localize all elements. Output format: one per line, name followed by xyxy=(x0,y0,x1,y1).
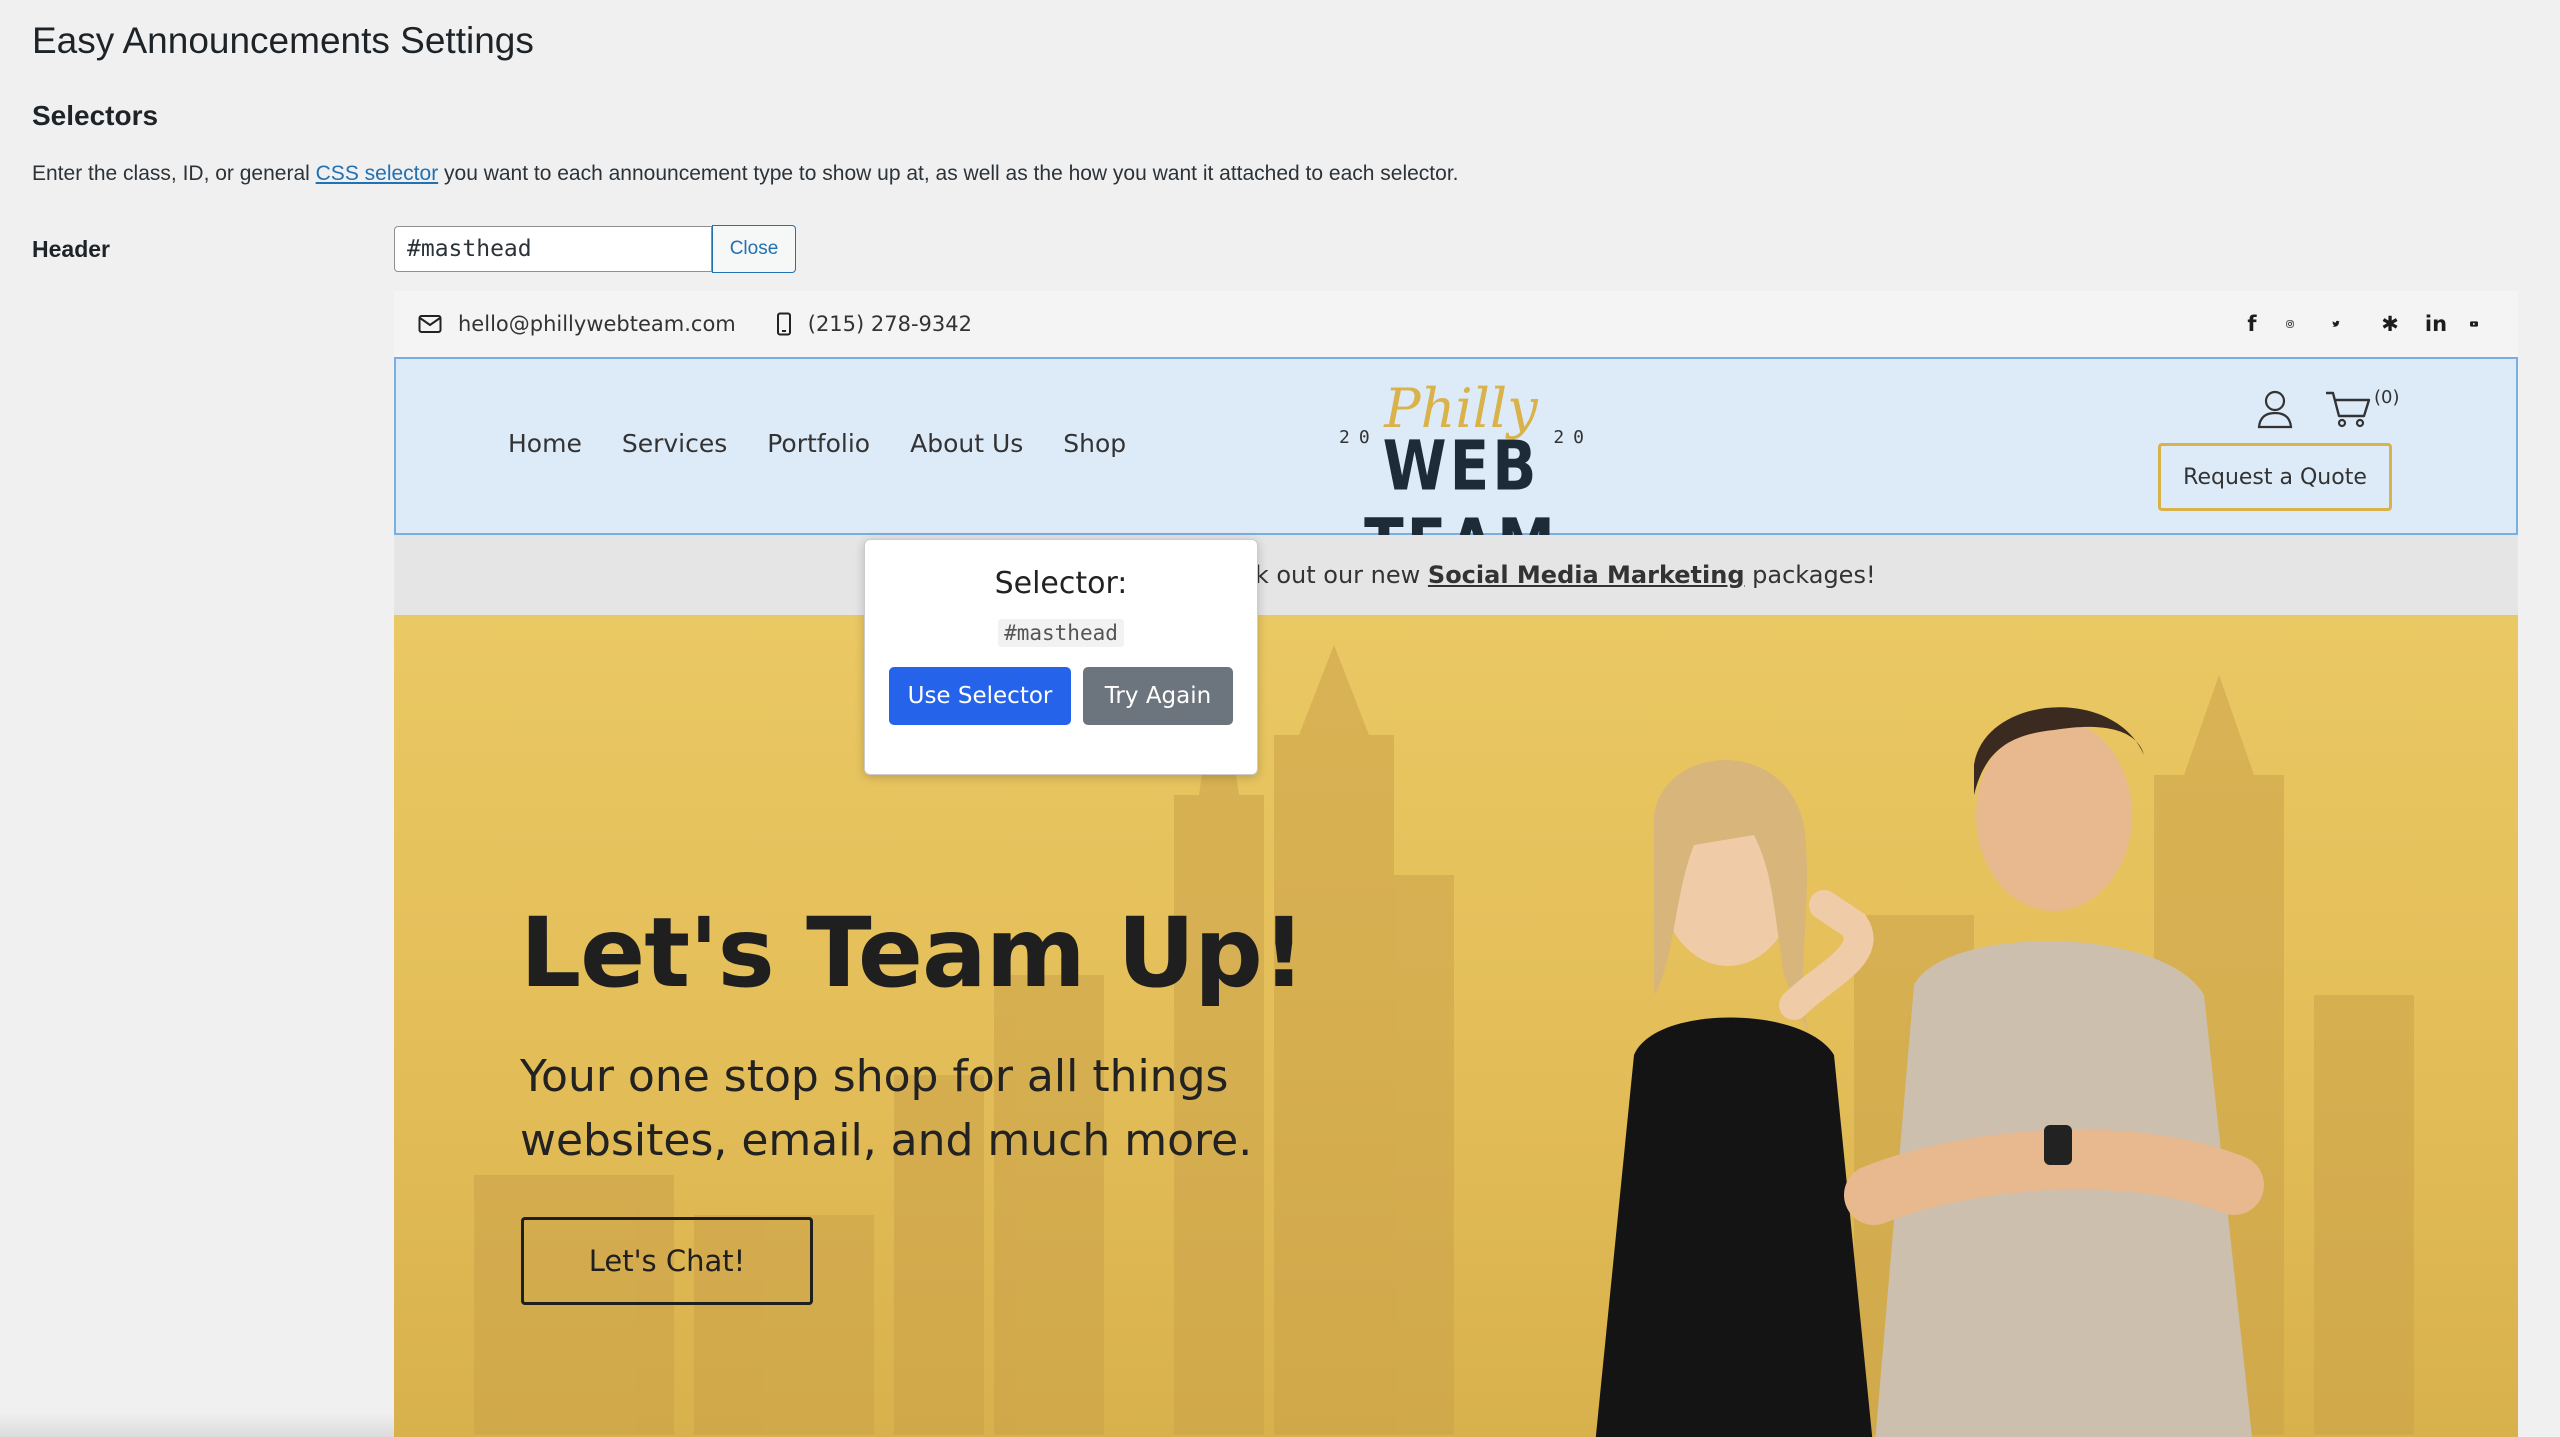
twitter-icon[interactable] xyxy=(2332,312,2356,336)
youtube-icon[interactable] xyxy=(2470,312,2494,336)
hero-title: Let's Team Up! xyxy=(520,897,1306,1009)
site-preview: hello@phillywebteam.com (215) 278-9342 f… xyxy=(394,291,2518,1437)
use-selector-button[interactable]: Use Selector xyxy=(889,667,1071,725)
masthead-header[interactable]: Home Services Portfolio About Us Shop 20… xyxy=(394,357,2518,583)
team-photo xyxy=(1595,707,2264,1437)
announcement-text-end: packages! xyxy=(1744,561,1876,589)
bottom-shadow xyxy=(0,1412,394,1437)
nav-portfolio[interactable]: Portfolio xyxy=(767,429,870,458)
popup-title: Selector: xyxy=(994,566,1128,601)
popup-buttons: Use Selector Try Again xyxy=(865,667,1257,725)
site-logo[interactable]: 20 20 Philly WEB TEAM xyxy=(1321,379,1601,583)
main-nav: Home Services Portfolio About Us Shop xyxy=(508,429,1126,458)
topbar-email[interactable]: hello@phillywebteam.com xyxy=(418,312,736,336)
close-button[interactable]: Close xyxy=(712,225,796,273)
description-text-end: you want to each announcement type to sh… xyxy=(438,162,1459,185)
linkedin-icon[interactable]: in xyxy=(2424,312,2448,336)
phone-text: (215) 278-9342 xyxy=(807,312,972,336)
popup-selector-code: #masthead xyxy=(998,619,1124,647)
page-title: Easy Announcements Settings xyxy=(32,20,534,61)
announcement-bar: Make sure to check out our new Social Me… xyxy=(394,535,2518,615)
request-quote-button[interactable]: Request a Quote xyxy=(2158,443,2392,511)
hero-subtitle: Your one stop shop for all things websit… xyxy=(520,1051,1253,1166)
topbar-phone[interactable]: (215) 278-9342 xyxy=(776,312,972,336)
yelp-icon[interactable]: ✱ xyxy=(2378,312,2402,336)
cart[interactable]: (0) xyxy=(2324,387,2400,429)
header-selector-input[interactable] xyxy=(394,226,712,272)
social-media-marketing-link[interactable]: Social Media Marketing xyxy=(1428,561,1745,589)
description-text-start: Enter the class, ID, or general xyxy=(32,162,316,185)
selector-popup: Selector: #masthead Use Selector Try Aga… xyxy=(864,539,1258,775)
cart-count: (0) xyxy=(2374,387,2400,408)
css-selector-link[interactable]: CSS selector xyxy=(316,162,439,185)
phone-icon xyxy=(776,312,791,336)
header-field-label: Header xyxy=(32,236,110,262)
email-text: hello@phillywebteam.com xyxy=(458,312,736,336)
hero-section: Let's Team Up! Your one stop shop for al… xyxy=(394,615,2518,1437)
lets-chat-button[interactable]: Let's Chat! xyxy=(521,1217,813,1305)
envelope-icon xyxy=(418,315,442,333)
site-topbar: hello@phillywebteam.com (215) 278-9342 f… xyxy=(394,291,2518,357)
facebook-icon[interactable]: f xyxy=(2240,312,2264,336)
selectors-description: Enter the class, ID, or general CSS sele… xyxy=(32,162,1458,186)
nav-about-us[interactable]: About Us xyxy=(910,429,1023,458)
nav-home[interactable]: Home xyxy=(508,429,582,458)
nav-services[interactable]: Services xyxy=(622,429,727,458)
section-title: Selectors xyxy=(32,100,159,131)
account-icon[interactable] xyxy=(2256,389,2294,434)
social-icons: f ✱ in xyxy=(2240,312,2494,336)
selector-row: Close xyxy=(394,225,796,273)
cart-icon xyxy=(2326,391,2371,428)
instagram-icon[interactable] xyxy=(2286,312,2310,336)
try-again-button[interactable]: Try Again xyxy=(1083,667,1233,725)
nav-shop[interactable]: Shop xyxy=(1063,429,1126,458)
